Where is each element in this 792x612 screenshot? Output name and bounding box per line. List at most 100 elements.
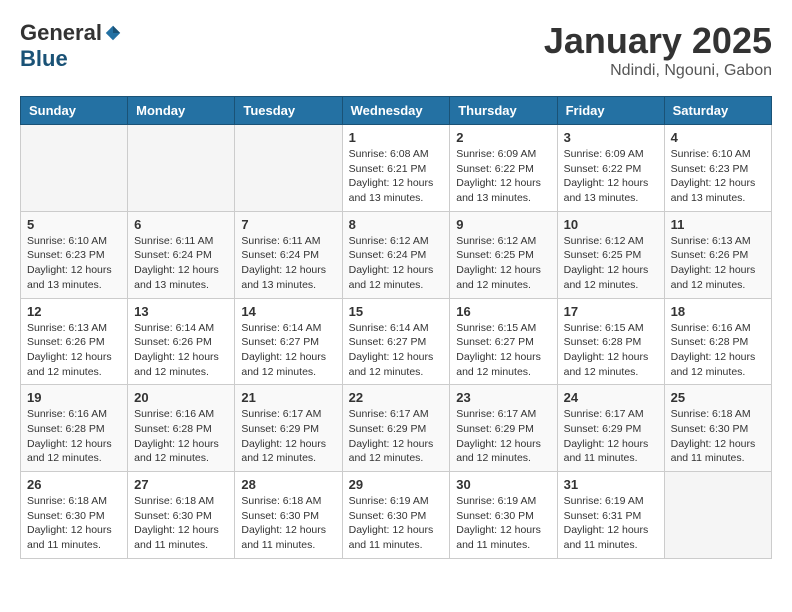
day-info: Sunrise: 6:18 AMSunset: 6:30 PMDaylight:… [241, 494, 335, 553]
calendar-cell: 26Sunrise: 6:18 AMSunset: 6:30 PMDayligh… [21, 472, 128, 559]
day-number: 22 [349, 390, 444, 405]
day-number: 27 [134, 477, 228, 492]
day-number: 21 [241, 390, 335, 405]
calendar-cell: 8Sunrise: 6:12 AMSunset: 6:24 PMDaylight… [342, 211, 450, 298]
calendar-cell: 3 Sunrise: 6:09 AMSunset: 6:22 PMDaylight… [557, 125, 664, 212]
day-number: 18 [671, 304, 765, 319]
calendar-week-row: 1 Sunrise: 6:08 AMSunset: 6:21 PMDaylight… [21, 125, 772, 212]
day-number: 6 [134, 217, 228, 232]
day-number: 30 [456, 477, 550, 492]
day-number: 14 [241, 304, 335, 319]
day-number: 1 [349, 130, 444, 145]
day-number: 26 [27, 477, 121, 492]
day-number: 17 [564, 304, 658, 319]
weekday-header-wednesday: Wednesday [342, 97, 450, 125]
calendar-cell: 14 Sunrise: 6:14 AMSunset: 6:27 PMDayligh… [235, 298, 342, 385]
calendar-cell: 24 Sunrise: 6:17 AMSunset: 6:29 PMDayligh… [557, 385, 664, 472]
logo-general-text: General [20, 20, 102, 46]
calendar-cell: 2 Sunrise: 6:09 AMSunset: 6:22 PMDaylight… [450, 125, 557, 212]
logo: General Blue [20, 20, 122, 72]
day-info: Sunrise: 6:14 AMSunset: 6:27 PMDaylight:… [349, 321, 444, 380]
calendar-cell: 16Sunrise: 6:15 AMSunset: 6:27 PMDayligh… [450, 298, 557, 385]
calendar-cell [664, 472, 771, 559]
day-info: Sunrise: 6:10 AMSunset: 6:23 PMDaylight:… [27, 234, 121, 293]
calendar-cell [128, 125, 235, 212]
day-info: Sunrise: 6:17 AMSunset: 6:29 PMDaylight:… [456, 407, 550, 466]
calendar-cell: 12Sunrise: 6:13 AMSunset: 6:26 PMDayligh… [21, 298, 128, 385]
calendar-week-row: 12Sunrise: 6:13 AMSunset: 6:26 PMDayligh… [21, 298, 772, 385]
calendar-week-row: 26 Sunrise: 6:18 AMSunset: 6:30 PMDayligh… [21, 472, 772, 559]
day-info: Sunrise: 6:17 AMSunset: 6:29 PMDaylight:… [564, 407, 658, 466]
calendar-cell: 13 Sunrise: 6:14 AMSunset: 6:26 PMDayligh… [128, 298, 235, 385]
day-number: 9 [456, 217, 550, 232]
calendar-cell [235, 125, 342, 212]
calendar-cell: 4 Sunrise: 6:10 AMSunset: 6:23 PMDaylight… [664, 125, 771, 212]
day-info: Sunrise: 6:15 AMSunset: 6:28 PMDaylight:… [564, 321, 658, 380]
calendar-cell: 1 Sunrise: 6:08 AMSunset: 6:21 PMDaylight… [342, 125, 450, 212]
day-info: Sunrise: 6:16 AMSunset: 6:28 PMDaylight:… [134, 407, 228, 466]
day-info: Sunrise: 6:16 AMSunset: 6:28 PMDaylight:… [27, 407, 121, 466]
day-info: Sunrise: 6:18 AMSunset: 6:30 PMDaylight:… [671, 407, 765, 466]
weekday-header-monday: Monday [128, 97, 235, 125]
calendar-cell: 23 Sunrise: 6:17 AMSunset: 6:29 PMDayligh… [450, 385, 557, 472]
weekday-header-row: SundayMondayTuesdayWednesdayThursdayFrid… [21, 97, 772, 125]
day-info: Sunrise: 6:14 AMSunset: 6:26 PMDaylight:… [134, 321, 228, 380]
day-info: Sunrise: 6:09 AMSunset: 6:22 PMDaylight:… [564, 147, 658, 206]
day-info: Sunrise: 6:17 AMSunset: 6:29 PMDaylight:… [241, 407, 335, 466]
page-header: General Blue January 2025 Ndindi, Ngouni… [20, 20, 772, 80]
day-info: Sunrise: 6:08 AMSunset: 6:21 PMDaylight:… [349, 147, 444, 206]
day-info: Sunrise: 6:19 AMSunset: 6:30 PMDaylight:… [349, 494, 444, 553]
day-number: 12 [27, 304, 121, 319]
calendar-cell: 17 Sunrise: 6:15 AMSunset: 6:28 PMDayligh… [557, 298, 664, 385]
day-number: 25 [671, 390, 765, 405]
day-info: Sunrise: 6:12 AMSunset: 6:24 PMDaylight:… [349, 234, 444, 293]
day-info: Sunrise: 6:17 AMSunset: 6:29 PMDaylight:… [349, 407, 444, 466]
day-info: Sunrise: 6:10 AMSunset: 6:23 PMDaylight:… [671, 147, 765, 206]
calendar-cell: 30 Sunrise: 6:19 AMSunset: 6:30 PMDayligh… [450, 472, 557, 559]
calendar-cell: 27Sunrise: 6:18 AMSunset: 6:30 PMDayligh… [128, 472, 235, 559]
title-block: January 2025 Ndindi, Ngouni, Gabon [544, 20, 772, 80]
weekday-header-friday: Friday [557, 97, 664, 125]
day-number: 2 [456, 130, 550, 145]
day-info: Sunrise: 6:19 AMSunset: 6:31 PMDaylight:… [564, 494, 658, 553]
day-info: Sunrise: 6:13 AMSunset: 6:26 PMDaylight:… [671, 234, 765, 293]
calendar-cell: 25 Sunrise: 6:18 AMSunset: 6:30 PMDayligh… [664, 385, 771, 472]
day-info: Sunrise: 6:11 AMSunset: 6:24 PMDaylight:… [134, 234, 228, 293]
day-number: 10 [564, 217, 658, 232]
calendar-week-row: 19Sunrise: 6:16 AMSunset: 6:28 PMDayligh… [21, 385, 772, 472]
calendar-cell: 15 Sunrise: 6:14 AMSunset: 6:27 PMDayligh… [342, 298, 450, 385]
day-info: Sunrise: 6:16 AMSunset: 6:28 PMDaylight:… [671, 321, 765, 380]
day-number: 15 [349, 304, 444, 319]
day-info: Sunrise: 6:19 AMSunset: 6:30 PMDaylight:… [456, 494, 550, 553]
logo-icon [104, 24, 122, 42]
calendar-cell: 9Sunrise: 6:12 AMSunset: 6:25 PMDaylight… [450, 211, 557, 298]
day-number: 16 [456, 304, 550, 319]
day-number: 5 [27, 217, 121, 232]
calendar-week-row: 5 Sunrise: 6:10 AMSunset: 6:23 PMDaylight… [21, 211, 772, 298]
calendar-cell [21, 125, 128, 212]
day-info: Sunrise: 6:09 AMSunset: 6:22 PMDaylight:… [456, 147, 550, 206]
day-number: 28 [241, 477, 335, 492]
calendar-cell: 31Sunrise: 6:19 AMSunset: 6:31 PMDayligh… [557, 472, 664, 559]
calendar-cell: 10Sunrise: 6:12 AMSunset: 6:25 PMDayligh… [557, 211, 664, 298]
calendar-cell: 29Sunrise: 6:19 AMSunset: 6:30 PMDayligh… [342, 472, 450, 559]
calendar-cell: 5 Sunrise: 6:10 AMSunset: 6:23 PMDaylight… [21, 211, 128, 298]
day-number: 3 [564, 130, 658, 145]
calendar-cell: 20 Sunrise: 6:16 AMSunset: 6:28 PMDayligh… [128, 385, 235, 472]
location-text: Ndindi, Ngouni, Gabon [544, 62, 772, 80]
day-number: 24 [564, 390, 658, 405]
calendar-cell: 19Sunrise: 6:16 AMSunset: 6:28 PMDayligh… [21, 385, 128, 472]
calendar-table: SundayMondayTuesdayWednesdayThursdayFrid… [20, 96, 772, 559]
weekday-header-tuesday: Tuesday [235, 97, 342, 125]
day-number: 7 [241, 217, 335, 232]
calendar-cell: 21 Sunrise: 6:17 AMSunset: 6:29 PMDayligh… [235, 385, 342, 472]
calendar-cell: 18 Sunrise: 6:16 AMSunset: 6:28 PMDayligh… [664, 298, 771, 385]
month-title: January 2025 [544, 20, 772, 62]
day-info: Sunrise: 6:14 AMSunset: 6:27 PMDaylight:… [241, 321, 335, 380]
day-number: 20 [134, 390, 228, 405]
weekday-header-thursday: Thursday [450, 97, 557, 125]
day-number: 4 [671, 130, 765, 145]
day-number: 23 [456, 390, 550, 405]
calendar-cell: 28 Sunrise: 6:18 AMSunset: 6:30 PMDayligh… [235, 472, 342, 559]
day-number: 13 [134, 304, 228, 319]
